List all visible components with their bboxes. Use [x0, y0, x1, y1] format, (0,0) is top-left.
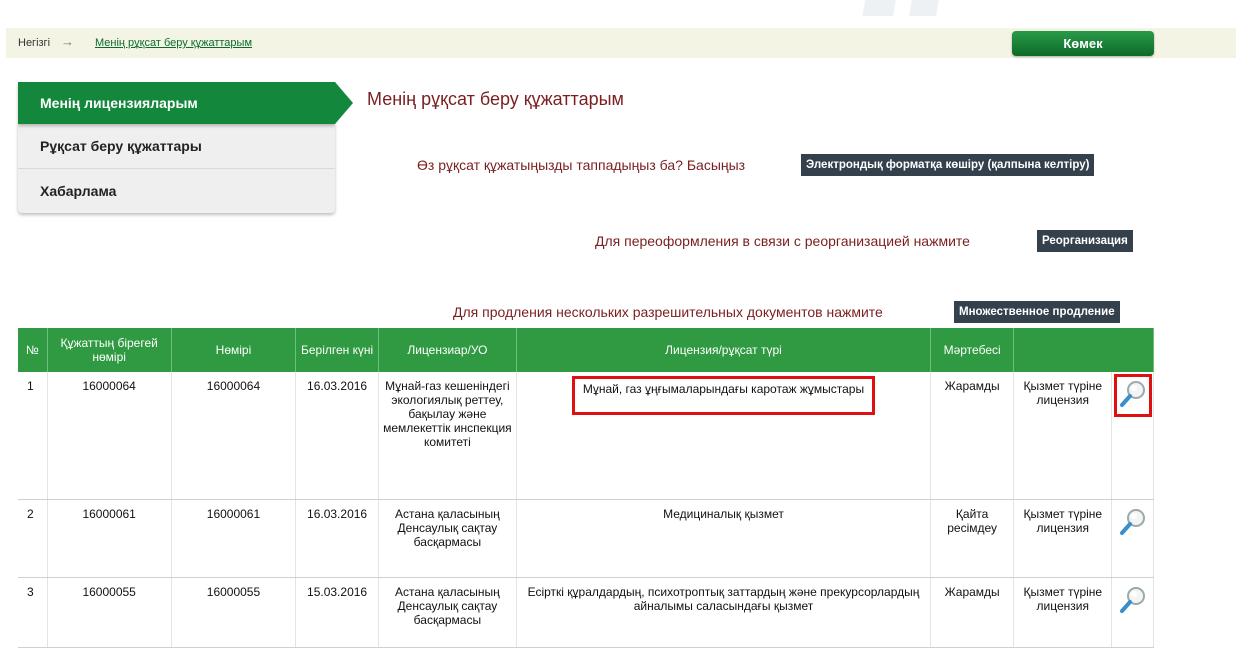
row-action-cell: [1111, 577, 1154, 648]
row-license-type: Медициналық қызмет: [516, 499, 932, 578]
top-strip: [0, 0, 1240, 16]
row-kind: Қызмет түріне лицензия: [1013, 577, 1113, 648]
row-unique-id: 16000061: [47, 499, 172, 578]
row-kind: Қызмет түріне лицензия: [1013, 372, 1113, 500]
table-header: № Құжаттың бірегей нөмірі Нөмірі Берілге…: [18, 328, 1154, 372]
row-action-cell: [1111, 372, 1154, 500]
sidebar-list: Рұқсат беру құжаттары Хабарлама: [18, 124, 335, 213]
row-license-type: Мұнай, газ ұңғымаларындағы каротаж жұмыс…: [582, 382, 865, 396]
sidebar-item-my-licenses[interactable]: Менің лицензияларым: [18, 82, 353, 124]
col-doc-number: Нөмірі: [171, 328, 297, 372]
col-number: №: [18, 328, 48, 372]
row-number: 3: [18, 577, 48, 648]
row-type-highlight: Мұнай, газ ұңғымаларындағы каротаж жұмыс…: [571, 376, 876, 415]
breadcrumb-current-link[interactable]: Менің рұқсат беру құжаттарым: [95, 37, 252, 49]
row-doc-number: 16000064: [171, 372, 297, 500]
row-unique-id: 16000064: [47, 372, 172, 500]
table-row: 3 16000055 16000055 15.03.2016 Астана қа…: [18, 577, 1154, 648]
convert-button[interactable]: Электрондық форматқа көшіру (қалпына кел…: [801, 154, 1095, 176]
magnifier-icon[interactable]: [1113, 374, 1152, 417]
table-row: 2 16000061 16000061 16.03.2016 Астана қа…: [18, 499, 1154, 578]
row-action-cell: [1111, 499, 1154, 578]
row-licensor: Астана қаласының Денсаулық сақтау басқар…: [378, 499, 517, 578]
row-type-cell: Мұнай, газ ұңғымаларындағы каротаж жұмыс…: [516, 372, 932, 500]
renew-button[interactable]: Множественное продление: [954, 301, 1120, 323]
row-doc-number: 16000061: [171, 499, 297, 578]
sidebar: Менің лицензияларым Рұқсат беру құжаттар…: [18, 82, 353, 213]
col-license-type: Лицензия/рұқсат түрі: [516, 328, 932, 372]
convert-prompt: Өз рұқсат құжатыңызды таппадыңыз ба? Бас…: [417, 157, 746, 173]
col-unique-id: Құжаттың бірегей нөмірі: [47, 328, 172, 372]
row-status: Қайта ресімдеу: [930, 499, 1015, 578]
row-licensor: Астана қаласының Денсаулық сақтау басқар…: [378, 577, 517, 648]
breadcrumb-arrow-icon: →: [61, 34, 74, 49]
row-issue-date: 16.03.2016: [295, 372, 379, 500]
row-unique-id: 16000055: [47, 577, 172, 648]
col-licensor: Лицензиар/УО: [378, 328, 517, 372]
magnifier-icon[interactable]: [1119, 585, 1147, 618]
magnifier-icon[interactable]: [1119, 507, 1147, 540]
row-status: Жарамды: [930, 372, 1015, 500]
sidebar-item-notifications[interactable]: Хабарлама: [18, 169, 335, 213]
col-status: Мәртебесі: [930, 328, 1015, 372]
reorg-prompt: Для переоформления в связи с реорганизац…: [595, 233, 970, 249]
table-row: 1 16000064 16000064 16.03.2016 Мұнай-газ…: [18, 372, 1154, 500]
row-licensor: Мұнай-газ кешеніндегі экологиялық реттеу…: [378, 372, 517, 500]
breadcrumb-home[interactable]: Негізгі: [18, 37, 50, 49]
row-issue-date: 15.03.2016: [295, 577, 379, 648]
row-number: 2: [18, 499, 48, 578]
col-actions: [1013, 328, 1154, 372]
documents-table: № Құжаттың бірегей нөмірі Нөмірі Берілге…: [18, 328, 1154, 648]
reorg-button[interactable]: Реорганизация: [1037, 230, 1133, 252]
row-license-type: Есірткі құралдардың, психотроптық заттар…: [516, 577, 932, 648]
logo-watermark: [840, 0, 960, 16]
row-issue-date: 16.03.2016: [295, 499, 379, 578]
page-title: Менің рұқсат беру құжаттарым: [367, 89, 624, 109]
col-issue-date: Берілген күні: [295, 328, 379, 372]
sidebar-item-permits[interactable]: Рұқсат беру құжаттары: [18, 124, 335, 169]
help-button[interactable]: Көмек: [1012, 31, 1154, 56]
row-kind: Қызмет түріне лицензия: [1013, 499, 1113, 578]
row-doc-number: 16000055: [171, 577, 297, 648]
row-status: Жарамды: [930, 577, 1015, 648]
renew-prompt: Для продления нескольких разрешительных …: [453, 304, 883, 320]
row-number: 1: [18, 372, 48, 500]
